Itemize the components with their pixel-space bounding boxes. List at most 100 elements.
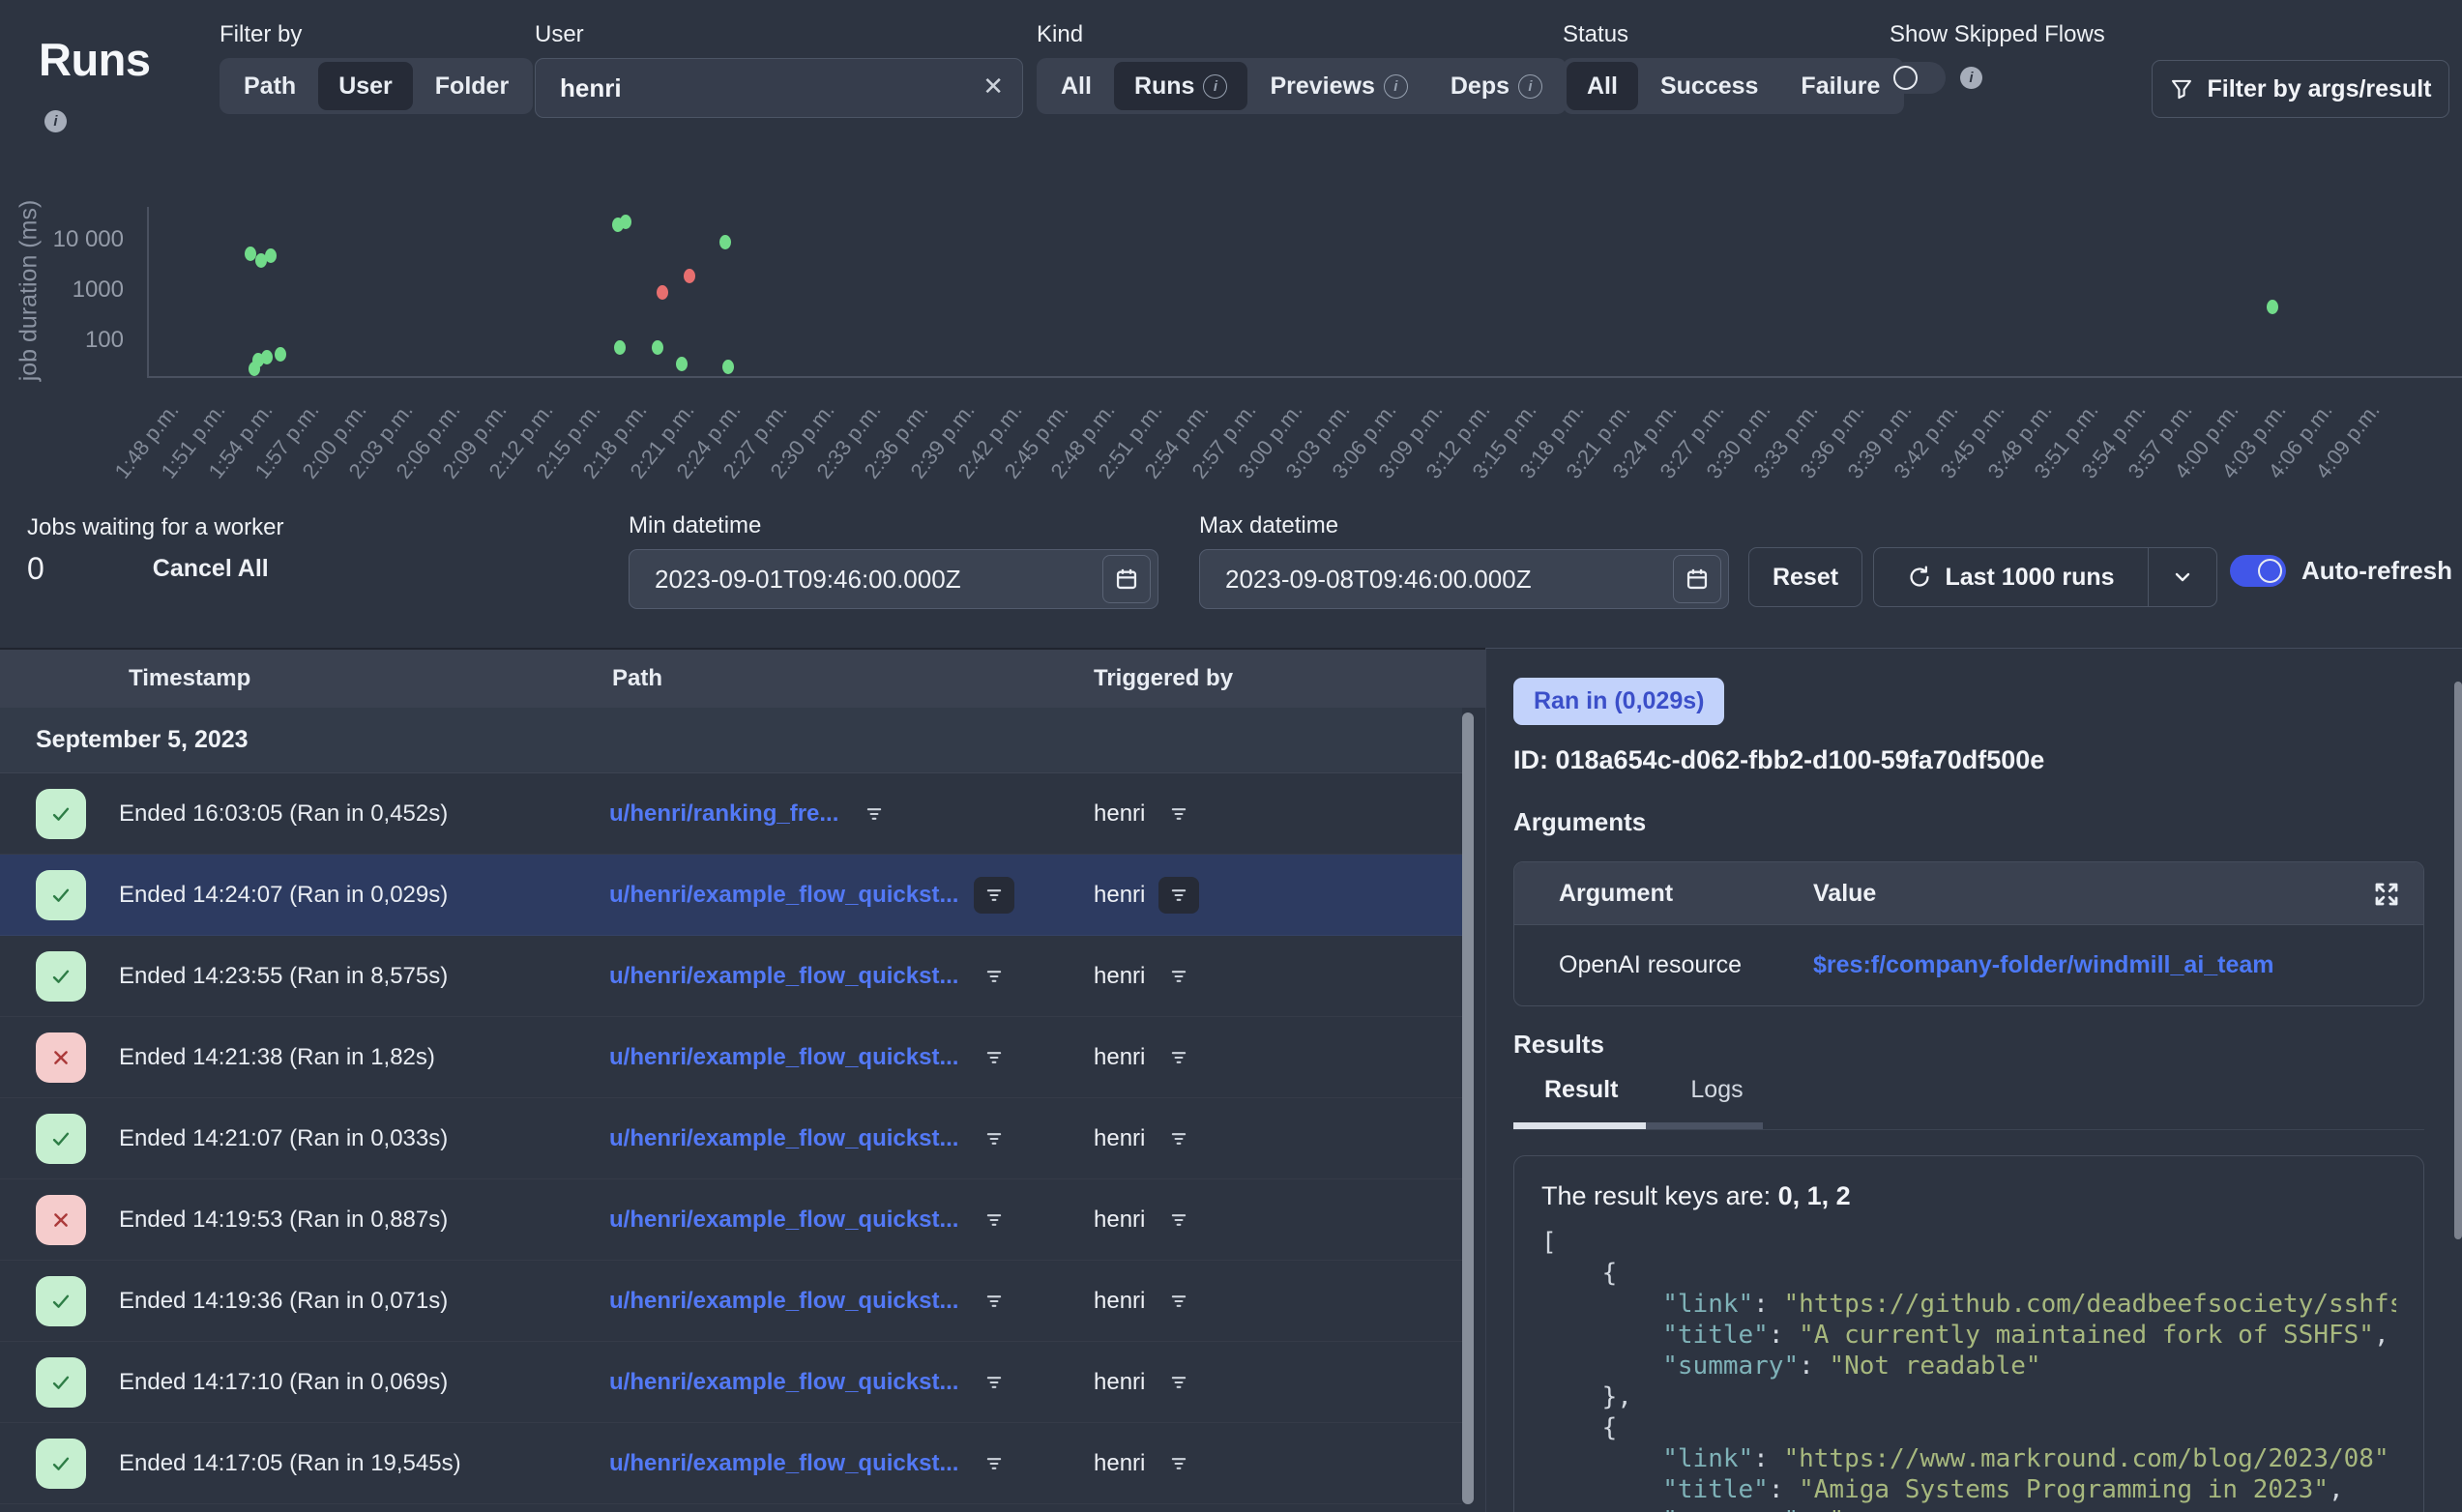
run-triggered-by: henri (1094, 1125, 1145, 1152)
table-row[interactable]: Ended 14:21:07 (Ran in 0,033s)u/henri/ex… (0, 1098, 1462, 1179)
kind-runs-button[interactable]: Runsi (1114, 62, 1248, 110)
max-datetime-input[interactable] (1199, 549, 1729, 609)
status-segmented: All Success Failure (1563, 58, 1904, 114)
run-dot-success[interactable] (265, 248, 277, 263)
show-skipped-label: Show Skipped Flows (1890, 21, 2105, 52)
run-path-link[interactable]: u/henri/ranking_fre... (609, 800, 838, 828)
table-row[interactable]: Ended 14:23:55 (Ran in 8,575s) u/henri/ex… (0, 936, 1462, 1017)
clear-user-icon[interactable]: ✕ (982, 72, 1004, 102)
status-all-button[interactable]: All (1567, 62, 1638, 110)
filter-icon[interactable] (1158, 1039, 1199, 1076)
table-row[interactable]: Ended 16:03:05 (Ran in 0,452s) u/henri/ra… (0, 773, 1462, 855)
filter-icon[interactable] (974, 1202, 1014, 1238)
calendar-icon[interactable] (1102, 555, 1151, 603)
run-dot-success[interactable] (261, 350, 273, 364)
json-line: "title": "A currently maintained fork of… (1541, 1320, 2396, 1351)
info-icon: i (1518, 74, 1542, 99)
run-path-link[interactable]: u/henri/example_flow_quickst... (609, 1125, 958, 1152)
table-row[interactable]: Ended 14:17:10 (Ran in 0,069s)u/henri/ex… (0, 1342, 1462, 1423)
result-viewer: The result keys are: 0, 1, 2 [ { "link":… (1513, 1155, 2424, 1512)
y-tick-label: 100 (27, 327, 124, 354)
filter-icon[interactable] (974, 877, 1014, 914)
last-runs-dropdown-button[interactable] (2149, 548, 2216, 606)
show-skipped-group: Show Skipped Flows i (1890, 21, 2105, 94)
run-dot-success[interactable] (722, 360, 734, 374)
run-path-link[interactable]: u/henri/example_flow_quickst... (609, 1288, 958, 1315)
filter-icon[interactable] (1158, 958, 1199, 995)
run-timestamp: Ended 16:03:05 (Ran in 0,452s) (119, 800, 448, 828)
filter-icon[interactable] (1158, 1364, 1199, 1401)
min-datetime-input[interactable] (629, 549, 1158, 609)
filter-by-path-button[interactable]: Path (223, 62, 316, 110)
panel-scrollbar[interactable] (2454, 682, 2462, 1239)
table-row[interactable]: Ended 14:17:05 (Ran in 19,545s)u/henri/e… (0, 1423, 1462, 1504)
expand-icon[interactable] (2371, 879, 2402, 916)
run-path-link[interactable]: u/henri/example_flow_quickst... (609, 1044, 958, 1071)
arguments-heading: Arguments (1513, 807, 1646, 837)
filter-icon[interactable] (974, 1039, 1014, 1076)
run-path-link[interactable]: u/henri/example_flow_quickst... (609, 1207, 958, 1234)
filter-icon[interactable] (1158, 1445, 1199, 1482)
table-row[interactable]: Ended 14:19:53 (Ran in 0,887s)u/henri/ex… (0, 1179, 1462, 1261)
table-row[interactable]: Ended 14:24:07 (Ran in 0,029s)u/henri/ex… (0, 855, 1462, 936)
table-row[interactable]: Ended 14:19:36 (Ran in 0,071s)u/henri/ex… (0, 1261, 1462, 1342)
filter-icon[interactable] (974, 1120, 1014, 1157)
filter-icon[interactable] (974, 958, 1014, 995)
kind-label: Kind (1037, 21, 1567, 52)
run-timestamp: Ended 14:23:55 (Ran in 8,575s) (119, 963, 448, 990)
filter-icon[interactable] (1158, 1120, 1199, 1157)
filter-icon[interactable] (1158, 877, 1199, 914)
chevron-down-icon (2171, 566, 2194, 589)
run-dot-success[interactable] (719, 235, 731, 249)
filter-icon[interactable] (854, 796, 894, 832)
filter-icon[interactable] (974, 1283, 1014, 1320)
filter-icon[interactable] (1158, 796, 1199, 832)
status-success-button[interactable]: Success (1640, 62, 1778, 110)
y-tick-label: 10 000 (27, 226, 124, 253)
run-dot-success[interactable] (245, 247, 256, 261)
run-path-link[interactable]: u/henri/example_flow_quickst... (609, 963, 958, 990)
table-scrollbar[interactable] (1462, 712, 1474, 1504)
kind-previews-button[interactable]: Previewsi (1249, 62, 1427, 110)
last-runs-button[interactable]: Last 1000 runs (1874, 548, 2148, 606)
filter-icon[interactable] (974, 1364, 1014, 1401)
filter-icon[interactable] (1158, 1202, 1199, 1238)
run-dot-success[interactable] (676, 357, 688, 371)
success-status-icon (36, 789, 86, 839)
run-triggered-cell: henri (1094, 1039, 1199, 1076)
filter-icon[interactable] (1158, 1283, 1199, 1320)
run-dot-success[interactable] (2267, 300, 2278, 314)
run-dot-failure[interactable] (684, 269, 695, 283)
run-path-link[interactable]: u/henri/example_flow_quickst... (609, 1450, 958, 1477)
run-detail-panel: Ran in (0,029s) ID: 018a654c-d062-fbb2-d… (1485, 648, 2462, 1512)
argument-row: OpenAI resource $res:f/company-folder/wi… (1514, 924, 2423, 1005)
runs-info-icon[interactable]: i (44, 110, 67, 132)
argument-value-link[interactable]: $res:f/company-folder/windmill_ai_team (1813, 951, 2274, 979)
auto-refresh-toggle[interactable] (2230, 555, 2286, 587)
table-row[interactable]: Ended 14:21:38 (Ran in 1,82s)u/henri/exa… (0, 1017, 1462, 1098)
cancel-all-button[interactable]: Cancel All (153, 555, 269, 583)
tab-logs[interactable]: Logs (1690, 1076, 1743, 1104)
run-dot-failure[interactable] (657, 285, 668, 300)
filter-by-group: Filter by Path User Folder (220, 21, 533, 114)
reset-button[interactable]: Reset (1748, 547, 1862, 607)
run-path-link[interactable]: u/henri/example_flow_quickst... (609, 1369, 958, 1396)
tab-result[interactable]: Result (1544, 1076, 1618, 1104)
run-id: ID: 018a654c-d062-fbb2-d100-59fa70df500e (1513, 745, 2044, 775)
filter-icon[interactable] (974, 1445, 1014, 1482)
filter-by-user-button[interactable]: User (318, 62, 413, 110)
run-dot-success[interactable] (275, 347, 286, 362)
kind-deps-button[interactable]: Depsi (1430, 62, 1563, 110)
user-input[interactable] (535, 58, 1023, 118)
show-skipped-toggle[interactable] (1890, 62, 1946, 94)
run-path-link[interactable]: u/henri/example_flow_quickst... (609, 882, 958, 909)
run-dot-success[interactable] (652, 340, 663, 355)
status-failure-button[interactable]: Failure (1780, 62, 1900, 110)
run-dot-success[interactable] (620, 215, 631, 229)
filter-by-folder-button[interactable]: Folder (415, 62, 529, 110)
calendar-icon[interactable] (1673, 555, 1721, 603)
filter-by-args-button[interactable]: Filter by args/result (2152, 60, 2449, 118)
kind-all-button[interactable]: All (1040, 62, 1112, 110)
run-dot-success[interactable] (614, 340, 626, 355)
run-triggered-cell: henri (1094, 877, 1199, 914)
